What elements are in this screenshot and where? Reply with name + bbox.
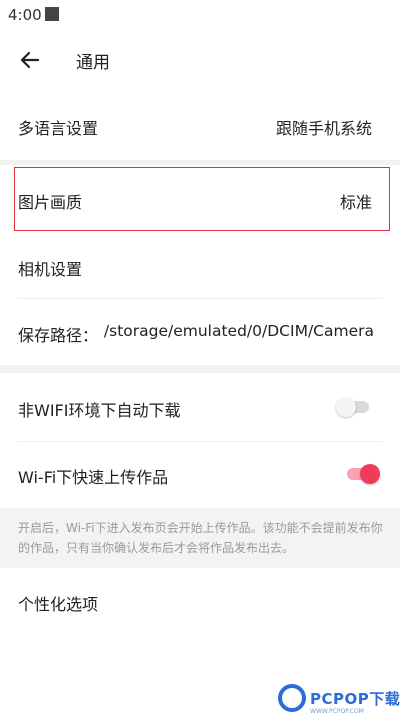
save-path-row[interactable]: 保存路径： /storage/emulated/0/DCIM/Camera: [0, 299, 400, 365]
header: 通用: [0, 30, 400, 90]
status-bar: 4:00: [0, 0, 400, 30]
auto-download-toggle[interactable]: [336, 397, 372, 417]
upload-note: 开启后，Wi-Fi下进入发布页会开始上传作品。该功能不会提前发布你的作品，只有当…: [18, 521, 383, 555]
fast-upload-toggle[interactable]: [344, 464, 380, 484]
language-setting-value: 跟随手机系统: [275, 119, 372, 138]
auto-download-label: 非WIFI环境下自动下载: [18, 401, 181, 420]
personalization-label: 个性化选项: [18, 595, 99, 614]
highlight-box: [14, 167, 390, 231]
camera-setting-label: 相机设置: [18, 260, 83, 279]
page-title: 通用: [76, 53, 110, 73]
save-path-value: /storage/emulated/0/DCIM/Camera: [103, 322, 374, 340]
watermark-subtext: WWW.PCPOP.COM: [310, 708, 364, 715]
language-setting-label: 多语言设置: [18, 119, 99, 138]
auto-download-row: 非WIFI环境下自动下载: [0, 373, 400, 441]
fast-upload-label: Wi-Fi下快速上传作品: [18, 468, 169, 487]
section-gap: [0, 365, 400, 373]
notification-icon: [45, 7, 59, 21]
personalization-row[interactable]: 个性化选项: [0, 568, 400, 634]
status-time: 4:00: [8, 6, 42, 24]
pcpop-logo-icon: [278, 684, 306, 712]
save-path-label: 保存路径：: [18, 326, 99, 345]
watermark-brand: PCPOP下载: [310, 690, 400, 708]
fast-upload-row: Wi-Fi下快速上传作品: [0, 442, 400, 508]
language-setting-row[interactable]: 多语言设置 跟随手机系统: [0, 90, 400, 160]
pcpop-watermark: PCPOP下载 WWW.PCPOP.COM: [278, 684, 400, 720]
back-arrow-icon[interactable]: [18, 48, 42, 72]
camera-setting-row[interactable]: 相机设置: [0, 233, 400, 299]
